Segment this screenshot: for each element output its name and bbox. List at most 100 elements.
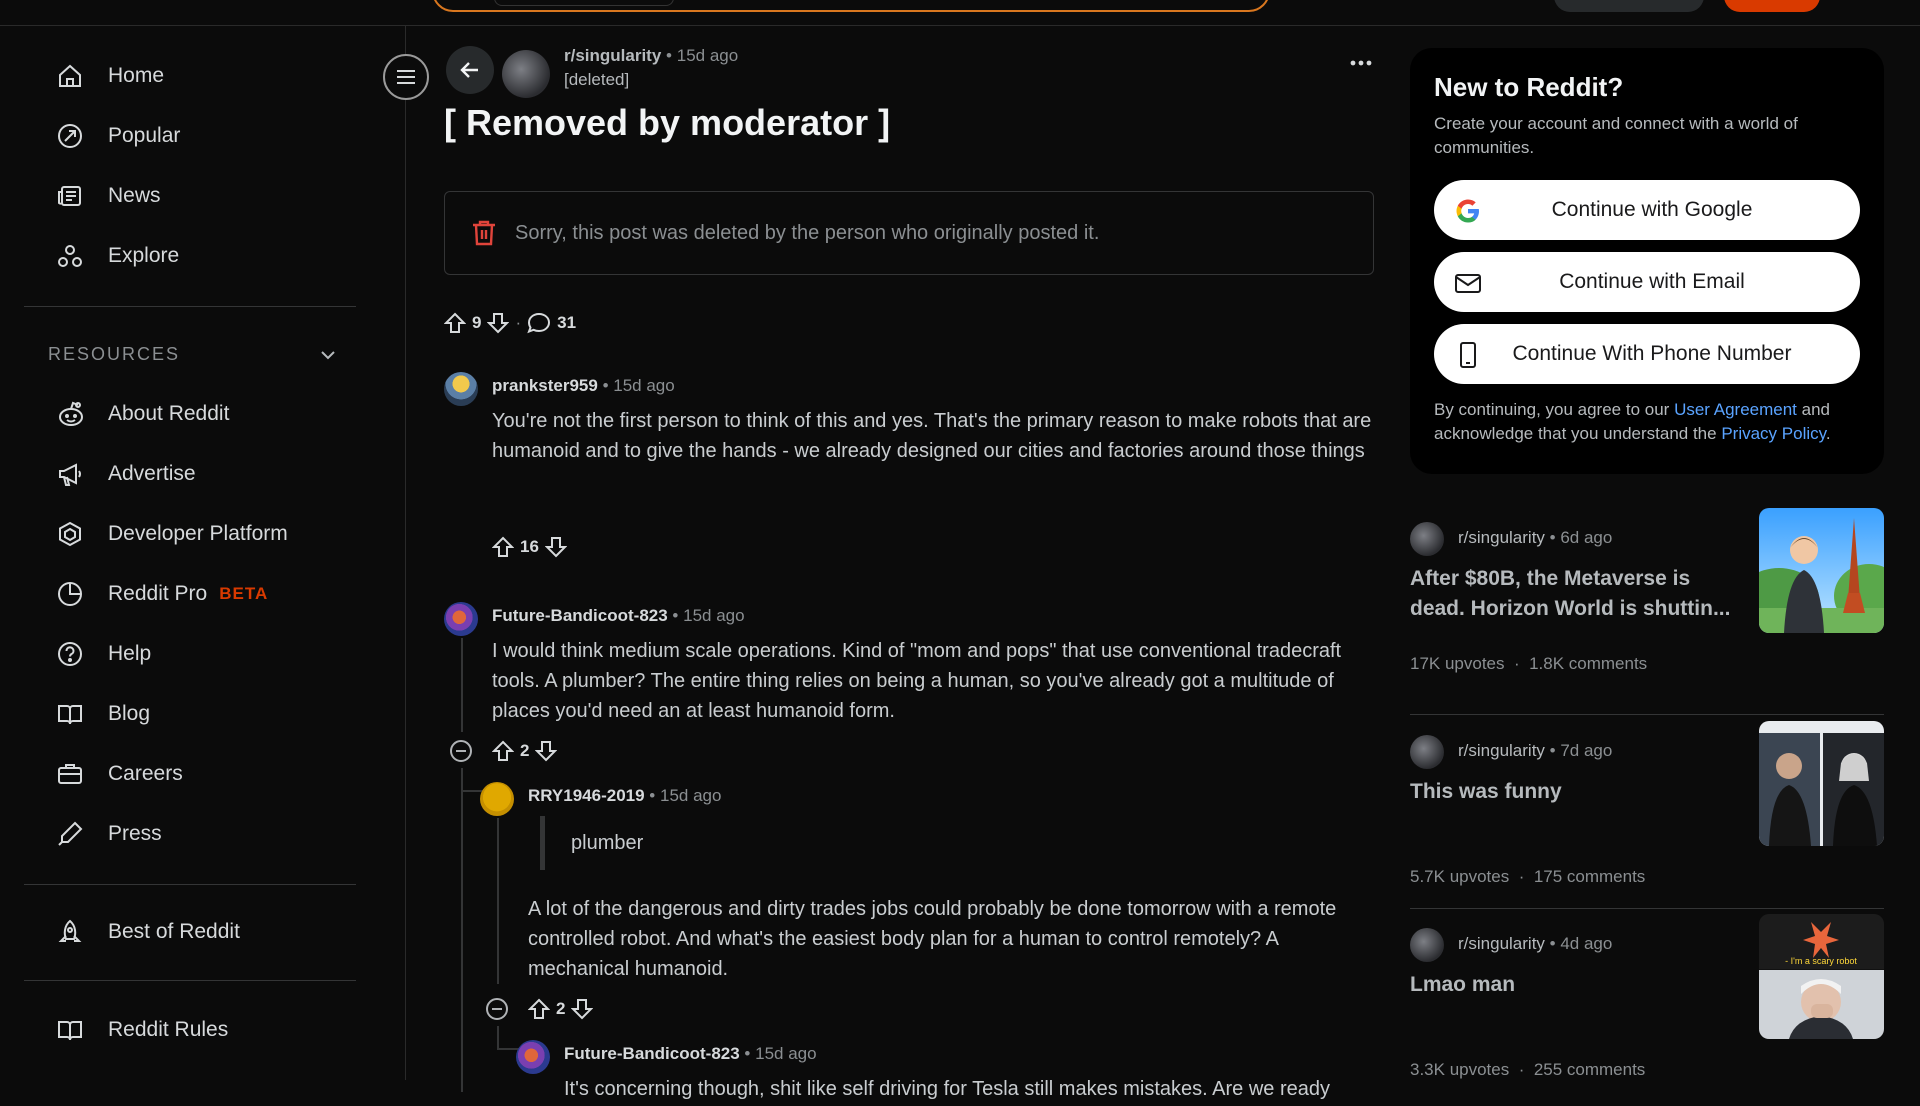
comment-actions: 2 [528,998,594,1020]
subreddit-link[interactable]: r/singularity [1458,528,1545,547]
sidebar-item-reddit-rules[interactable]: Reddit Rules [24,1004,356,1056]
recommended-stats: 3.3K upvotes · 255 comments [1410,1060,1646,1079]
upvote-icon[interactable] [492,536,514,558]
thread-line[interactable] [461,768,463,792]
user-agreement-link[interactable]: User Agreement [1674,400,1797,419]
comment-author[interactable]: prankster959 [492,376,598,395]
sidebar-item-careers[interactable]: Careers [24,748,356,800]
sidebar-item-developer-platform[interactable]: Developer Platform [24,508,356,560]
post-thumbnail[interactable] [1759,508,1884,633]
sidebar-item-label: News [108,184,161,207]
comment-author[interactable]: Future-Bandicoot-823 [564,1044,740,1063]
get-app-button[interactable] [1554,0,1704,12]
pen-icon [56,820,96,848]
resources-toggle[interactable]: RESOURCES [48,344,338,365]
avatar[interactable] [444,372,478,406]
upvote-icon[interactable] [444,312,466,334]
comment-header: Future-Bandicoot-823 • 15d ago [564,1044,817,1063]
recommended-meta: r/singularity • 7d ago [1458,741,1613,760]
downvote-icon[interactable] [535,740,558,762]
continue-with-phone-button[interactable]: Continue With Phone Number [1434,324,1860,384]
continue-with-google-button[interactable]: Continue with Google [1434,180,1860,240]
comment-author[interactable]: RRY1946-2019 [528,786,645,805]
sidebar-item-about-reddit[interactable]: About Reddit [24,388,356,440]
sidebar-item-label: Best of Reddit [108,920,240,943]
avatar[interactable] [516,1040,550,1074]
sidebar-item-news[interactable]: News [24,170,356,222]
search-chip[interactable] [494,0,674,6]
comment-author[interactable]: Future-Bandicoot-823 [492,606,668,625]
legal-text: By continuing, you agree to our User Agr… [1434,400,1831,443]
menu-icon [396,69,416,85]
avatar[interactable] [480,782,514,816]
sidebar-item-press[interactable]: Press [24,808,356,860]
sidebar-item-reddit-pro[interactable]: Reddit Pro BETA [24,568,356,620]
subreddit-avatar[interactable] [502,50,550,98]
recommended-title[interactable]: This was funny [1410,777,1750,807]
log-in-button[interactable] [1724,0,1820,12]
more-options-button[interactable] [1350,60,1372,66]
upvote-icon[interactable] [492,740,514,762]
sidebar-item-home[interactable]: Home [24,50,356,102]
sidebar-item-label: Blog [108,702,151,725]
collapse-sidebar-button[interactable] [383,54,429,100]
thread-line[interactable] [497,818,499,984]
post-title: [ Removed by moderator ] [444,102,891,143]
sidebar-item-blog[interactable]: Blog [24,688,356,740]
recommended-title[interactable]: Lmao man [1410,970,1750,1000]
recommended-title[interactable]: After $80B, the Metaverse is dead. Horiz… [1410,564,1750,624]
subreddit-link[interactable]: r/singularity [1458,934,1545,953]
phone-button-label: Continue With Phone Number [1512,342,1792,365]
thread-line[interactable] [497,1026,499,1050]
subreddit-avatar[interactable] [1410,522,1444,556]
sidebar-divider [24,306,356,307]
collapse-thread-button[interactable] [486,998,508,1020]
downvote-icon[interactable] [487,312,510,334]
post-score: 9 [472,313,482,332]
recommended-meta: r/singularity • 4d ago [1458,934,1613,953]
mail-icon [1454,269,1482,297]
thread-line[interactable] [461,638,463,732]
back-button[interactable] [446,46,494,94]
comment-body: A lot of the dangerous and dirty trades … [528,898,1337,980]
continue-with-email-button[interactable]: Continue with Email [1434,252,1860,312]
downvote-icon[interactable] [544,536,567,558]
upvote-icon[interactable] [528,998,550,1020]
subreddit-link[interactable]: r/singularity [1458,741,1545,760]
top-bar [0,0,1920,26]
subreddit-link[interactable]: r/singularity [564,46,661,65]
post-thumbnail[interactable] [1759,721,1884,846]
recommended-upvotes: 17K upvotes [1410,654,1505,673]
downvote-icon[interactable] [571,998,594,1020]
search-bar[interactable] [432,0,1270,12]
sidebar-item-advertise[interactable]: Advertise [24,448,356,500]
comment-time: 15d ago [659,786,722,805]
sidebar-item-help[interactable]: Help [24,628,356,680]
comment-icon[interactable] [527,312,551,334]
comment-time: 15d ago [755,1044,817,1063]
comment-time: 15d ago [683,606,745,625]
privacy-policy-link[interactable]: Privacy Policy [1721,424,1826,443]
minus-icon [492,1008,502,1010]
sidebar-item-explore[interactable]: Explore [24,230,356,282]
comment-body: I would think medium scale operations. K… [492,640,1342,722]
sidebar-item-popular[interactable]: Popular [24,110,356,162]
sidebar-item-label: Help [108,642,152,665]
reddit-alien-icon [56,400,96,428]
comment-actions: 2 [492,740,558,762]
avatar[interactable] [444,602,478,636]
sidebar-item-label: Careers [108,762,183,785]
rules-book-icon [56,1016,96,1044]
home-icon [56,62,96,90]
collapse-thread-button[interactable] [450,740,472,762]
subreddit-avatar[interactable] [1410,928,1444,962]
sidebar-item-best-of-reddit[interactable]: Best of Reddit [24,906,356,958]
comment-body: You're not the first person to think of … [492,410,1372,462]
sidebar-item-label: About Reddit [108,402,230,425]
google-icon [1454,197,1482,225]
google-button-label: Continue with Google [1551,198,1753,221]
thread-line[interactable] [461,792,463,1092]
subreddit-avatar[interactable] [1410,735,1444,769]
recommended-stats: 17K upvotes · 1.8K comments [1410,654,1648,673]
post-thumbnail[interactable]: - I'm a scary robot [1759,914,1884,1039]
